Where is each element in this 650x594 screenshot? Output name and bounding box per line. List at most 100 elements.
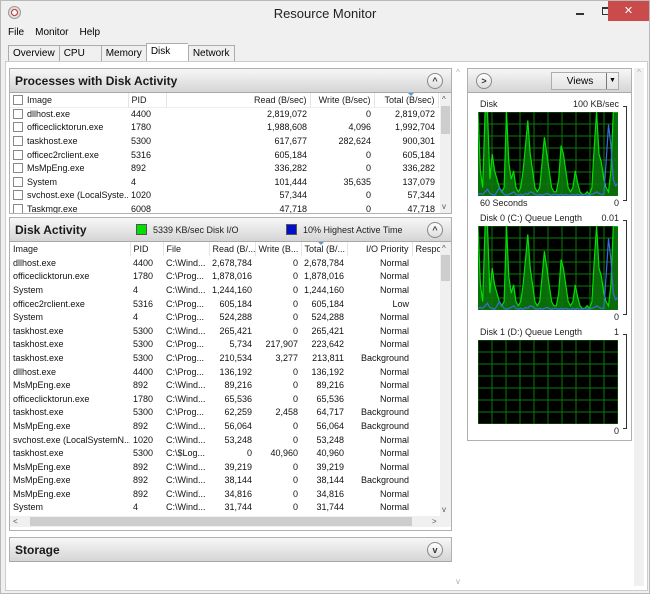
- scroll-right-icon[interactable]: >: [432, 516, 437, 527]
- activity-response-time: [412, 433, 440, 447]
- process-checkbox[interactable]: [13, 122, 23, 133]
- disk-activity-row[interactable]: dllhost.exe 4400 C:\Wind... 2,678,784 0 2,678…: [10, 256, 440, 270]
- process-row[interactable]: Taskmgr.exe 6008 47,718 0 47,718: [10, 202, 438, 213]
- disk-activity-row[interactable]: taskhost.exe 5300 C:\$Log... 0 40,960 40,960 N…: [10, 446, 440, 460]
- disk-activity-scroll-thumb[interactable]: [441, 255, 450, 281]
- left-pane-scrollbar[interactable]: ^ v: [453, 68, 463, 586]
- expand-storage-button[interactable]: v: [427, 542, 443, 558]
- col-pid[interactable]: PID: [128, 93, 167, 107]
- processes-header[interactable]: Processes with Disk Activity ^: [10, 69, 451, 93]
- disk-activity-row[interactable]: officec2rclient.exe 5316 C:\Prog... 605,184…: [10, 297, 440, 311]
- tab-disk[interactable]: Disk: [145, 43, 188, 62]
- process-row[interactable]: officec2rclient.exe 5316 605,184 0 605,184: [10, 148, 438, 162]
- menu-help[interactable]: Help: [73, 25, 105, 41]
- col-total[interactable]: Total (B/sec): [374, 93, 439, 107]
- scroll-down-icon[interactable]: v: [442, 201, 446, 212]
- disk-activity-row[interactable]: officeclicktorun.exe 1780 C:\Prog... 1,878,…: [10, 270, 440, 284]
- col-io-priority[interactable]: I/O Priority: [347, 242, 413, 256]
- process-checkbox[interactable]: [13, 190, 23, 201]
- col-file[interactable]: File: [163, 242, 210, 256]
- col-image[interactable]: Image: [10, 93, 129, 107]
- disk-activity-row[interactable]: MsMpEng.exe 892 C:\Wind... 38,144 0 38,144 Bac…: [10, 474, 440, 488]
- process-row[interactable]: MsMpEng.exe 892 336,282 0 336,282: [10, 161, 438, 175]
- process-row[interactable]: officeclicktorun.exe 1780 1,988,608 4,096 1,…: [10, 121, 438, 135]
- tab-overview[interactable]: Overview: [8, 45, 59, 62]
- disk-activity-row[interactable]: dllhost.exe 4400 C:\Prog... 136,192 0 136,192…: [10, 365, 440, 379]
- scroll-left-icon[interactable]: <: [13, 516, 18, 527]
- graph-disk-max: 100 KB/sec: [572, 99, 619, 109]
- process-row[interactable]: taskhost.exe 5300 617,677 282,624 900,301: [10, 134, 438, 148]
- col-pid[interactable]: PID: [130, 242, 164, 256]
- scroll-up-icon[interactable]: ^: [453, 68, 463, 77]
- disk-activity-row[interactable]: MsMpEng.exe 892 C:\Wind... 39,219 0 39,219 Nor…: [10, 460, 440, 474]
- col-read[interactable]: Read (B/sec): [166, 93, 311, 107]
- disk-activity-row[interactable]: taskhost.exe 5300 C:\Prog... 210,534 3,277 21…: [10, 351, 440, 365]
- process-row[interactable]: dllhost.exe 4400 2,819,072 0 2,819,072: [10, 107, 438, 121]
- disk-activity-row[interactable]: MsMpEng.exe 892 C:\Wind... 56,064 0 56,064 Bac…: [10, 419, 440, 433]
- collapse-graphs-button[interactable]: >: [476, 73, 492, 89]
- scroll-up-icon[interactable]: ^: [442, 243, 446, 254]
- close-button[interactable]: ✕: [608, 1, 649, 21]
- disk-activity-row[interactable]: officeclicktorun.exe 1780 C:\Wind... 65,536…: [10, 392, 440, 406]
- right-pane-scrollbar[interactable]: ^: [634, 68, 644, 586]
- disk-activity-row[interactable]: System 4 C:\Prog... 524,288 0 524,288 Normal: [10, 310, 440, 324]
- process-read: 617,677: [274, 135, 307, 146]
- activity-read: 605,184: [219, 298, 252, 309]
- activity-io-priority: Normal: [379, 284, 409, 295]
- col-write[interactable]: Write (B...: [255, 242, 302, 256]
- disk-activity-scrollbar[interactable]: ^ v: [440, 242, 451, 516]
- menu-file[interactable]: File: [2, 25, 29, 41]
- activity-image: System: [13, 502, 44, 513]
- process-row[interactable]: System 4 101,444 35,635 137,079: [10, 175, 438, 189]
- scroll-up-icon[interactable]: ^: [442, 94, 446, 105]
- activity-io-priority: Normal: [379, 393, 409, 404]
- disk-activity-row[interactable]: MsMpEng.exe 892 C:\Wind... 34,816 0 34,816 Nor…: [10, 487, 440, 501]
- process-checkbox[interactable]: [13, 109, 23, 120]
- process-image: officeclicktorun.exe: [10, 121, 128, 135]
- activity-response-time: [412, 324, 440, 338]
- process-image: System: [10, 175, 128, 189]
- activity-total: 40,960: [316, 448, 344, 459]
- chevron-up-icon: ^: [432, 76, 438, 86]
- processes-scrollbar[interactable]: ^ v: [440, 93, 451, 213]
- collapse-disk-activity-button[interactable]: ^: [427, 222, 443, 238]
- menu-monitor[interactable]: Monitor: [29, 25, 73, 41]
- col-read[interactable]: Read (B/...: [209, 242, 256, 256]
- col-total[interactable]: Total (B/...: [301, 242, 348, 256]
- processes-scroll-thumb[interactable]: [441, 106, 450, 134]
- disk-activity-row[interactable]: MsMpEng.exe 892 C:\Wind... 89,216 0 89,216 Nor…: [10, 378, 440, 392]
- disk-activity-row[interactable]: System 4 C:\Wind... 1,244,160 0 1,244,160 Norm…: [10, 283, 440, 297]
- disk-activity-row[interactable]: System 4 C:\Wind... 31,744 0 31,744 Normal: [10, 501, 440, 515]
- disk-activity-hscroll-thumb[interactable]: [30, 517, 412, 526]
- process-row[interactable]: svchost.exe (LocalSyste... 1020 57,344 0 57,…: [10, 189, 438, 203]
- disk-activity-hscrollbar[interactable]: < >: [10, 516, 451, 527]
- select-all-checkbox[interactable]: [13, 94, 23, 105]
- disk-activity-row[interactable]: taskhost.exe 5300 C:\Wind... 265,421 0 265,42…: [10, 324, 440, 338]
- col-response-time[interactable]: Respo: [412, 242, 441, 256]
- scroll-up-icon[interactable]: ^: [634, 68, 644, 77]
- activity-read: 5,734: [229, 339, 252, 350]
- disk-activity-header[interactable]: Disk Activity 5339 KB/sec Disk I/O 10% H…: [10, 218, 451, 242]
- scroll-down-icon[interactable]: v: [453, 577, 463, 586]
- disk-activity-row[interactable]: taskhost.exe 5300 C:\Prog... 5,734 217,907 22…: [10, 338, 440, 352]
- views-button[interactable]: Views ▼: [551, 72, 619, 90]
- col-write[interactable]: Write (B/sec): [310, 93, 375, 107]
- process-checkbox[interactable]: [13, 203, 23, 213]
- minimize-button[interactable]: [567, 1, 593, 21]
- collapse-processes-button[interactable]: ^: [427, 73, 443, 89]
- graph-disk1-max: 1: [613, 327, 619, 337]
- tab-memory[interactable]: Memory: [100, 45, 146, 62]
- tab-cpu[interactable]: CPU: [58, 45, 101, 62]
- process-checkbox[interactable]: [13, 176, 23, 187]
- tab-network[interactable]: Network: [187, 45, 235, 62]
- process-checkbox[interactable]: [13, 135, 23, 146]
- col-image[interactable]: Image: [10, 242, 131, 256]
- storage-header[interactable]: Storage v: [10, 538, 451, 562]
- views-dropdown-icon[interactable]: ▼: [606, 73, 618, 89]
- process-checkbox[interactable]: [13, 149, 23, 160]
- process-checkbox[interactable]: [13, 163, 23, 174]
- activity-response-time: [412, 378, 440, 392]
- scroll-down-icon[interactable]: v: [442, 504, 446, 515]
- disk-activity-row[interactable]: taskhost.exe 5300 C:\Prog... 62,259 2,458 64,…: [10, 406, 440, 420]
- disk-activity-row[interactable]: svchost.exe (LocalSystemN... 1020 C:\Wind.…: [10, 433, 440, 447]
